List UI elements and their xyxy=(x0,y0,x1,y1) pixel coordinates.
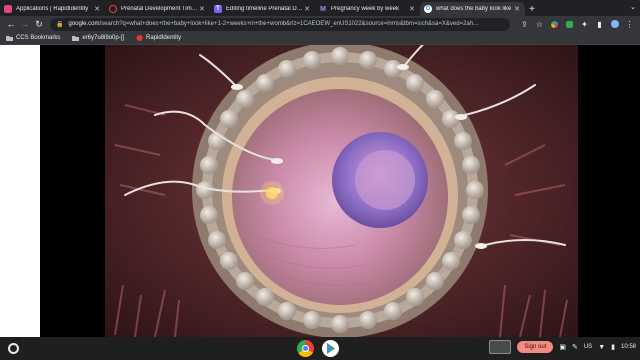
circle-favicon-icon xyxy=(109,5,117,13)
tab-google-images[interactable]: G what does the baby look like ✕ xyxy=(420,2,525,16)
reload-icon[interactable]: ↻ xyxy=(32,17,46,31)
status-tray: Sign out ▣ ✎ US ▼ ▮ 10:58 xyxy=(489,340,636,354)
tab-pregnancy-week[interactable]: M Pregnancy week by week ✕ xyxy=(315,2,420,16)
tab-title: Applications | RapidIdentity xyxy=(16,6,89,12)
url-path: /search?q=what+does+the+baby+look+like+1… xyxy=(99,21,479,27)
extensions-puzzle-icon[interactable]: ✦ xyxy=(578,18,591,31)
rapididentity-icon xyxy=(136,35,143,41)
launcher-icon[interactable] xyxy=(8,343,19,354)
bookmark-folder[interactable]: er6y7u8i9o0p-[] xyxy=(72,35,124,41)
close-icon[interactable]: ✕ xyxy=(198,5,206,13)
share-icon[interactable]: ⇪ xyxy=(518,18,531,31)
results-panel xyxy=(0,45,40,337)
more-menu-icon[interactable]: ⋮ xyxy=(623,18,636,31)
sign-out-button[interactable]: Sign out xyxy=(517,341,554,353)
pinned-apps xyxy=(297,340,339,357)
play-store-icon[interactable] xyxy=(322,340,339,357)
window-thumbnail[interactable] xyxy=(489,340,512,354)
tab-editing-timeline[interactable]: T Editing timeline Prenatal Devel ✕ xyxy=(210,2,315,16)
fertilization-image[interactable] xyxy=(105,45,578,337)
page-content xyxy=(0,45,640,337)
close-icon[interactable]: ✕ xyxy=(303,5,311,13)
input-method-label[interactable]: US xyxy=(584,344,592,350)
wifi-icon[interactable]: ▼ xyxy=(598,344,605,351)
play-triangle-icon xyxy=(327,343,335,354)
stylus-icon[interactable]: ✎ xyxy=(572,343,578,351)
google-favicon-icon: G xyxy=(424,5,432,13)
profile-avatar-icon[interactable] xyxy=(608,18,621,31)
pregnancy-favicon-icon: M xyxy=(320,5,326,13)
forward-arrow-icon[interactable]: → xyxy=(18,17,32,31)
bookmark-label: RapidIdentity xyxy=(146,35,182,41)
tab-strip: Applications | RapidIdentity ✕ Prenatal … xyxy=(0,0,640,16)
close-icon[interactable]: ✕ xyxy=(408,5,416,13)
lock-icon: 🔒 xyxy=(56,21,64,28)
clock[interactable]: 10:58 xyxy=(621,344,636,350)
os-shelf: Sign out ▣ ✎ US ▼ ▮ 10:58 xyxy=(0,337,640,360)
bookmarks-bar: CCS Bookmarks er6y7u8i9o0p-[] RapidIdent… xyxy=(0,32,640,45)
tab-title: Pregnancy week by week xyxy=(331,6,400,12)
back-arrow-icon[interactable]: ← xyxy=(4,17,18,31)
bookmark-label: er6y7u8i9o0p-[] xyxy=(82,35,125,41)
google-lens-icon[interactable] xyxy=(548,18,561,31)
close-icon[interactable]: ✕ xyxy=(513,5,521,13)
sidepanel-icon[interactable]: ▮ xyxy=(593,18,606,31)
battery-icon[interactable]: ▮ xyxy=(611,343,615,351)
screen-capture-icon[interactable]: ▣ xyxy=(559,343,566,351)
close-icon[interactable]: ✕ xyxy=(93,5,101,13)
tab-title: Editing timeline Prenatal Devel xyxy=(226,6,303,12)
chrome-window: Applications | RapidIdentity ✕ Prenatal … xyxy=(0,0,640,360)
star-icon[interactable]: ☆ xyxy=(533,18,546,31)
bookmark-rapididentity[interactable]: RapidIdentity xyxy=(136,35,181,41)
tab-title: what does the baby look like xyxy=(436,6,512,12)
extension-icon[interactable] xyxy=(563,18,576,31)
toolbar: ← → ↻ 🔒 google.com /search?q=what+does+t… xyxy=(0,16,640,32)
bookmark-label: CCS Bookmarks xyxy=(16,35,61,41)
tab-title: Prenatal Development Timeline xyxy=(121,6,198,12)
tab-search-chevron-down-icon[interactable]: ⌄ xyxy=(630,3,636,11)
folder-icon xyxy=(6,36,13,41)
address-bar[interactable]: 🔒 google.com /search?q=what+does+the+bab… xyxy=(50,17,510,31)
folder-icon xyxy=(72,36,80,41)
tab-prenatal-timeline[interactable]: Prenatal Development Timeline ✕ xyxy=(105,2,210,16)
chrome-app-icon[interactable] xyxy=(297,340,314,357)
bookmark-ccs[interactable]: CCS Bookmarks xyxy=(6,35,60,41)
timeline-favicon-icon: T xyxy=(214,5,222,13)
url-host: google.com xyxy=(68,21,100,27)
tab-rapididentity[interactable]: Applications | RapidIdentity ✕ xyxy=(0,2,105,16)
egg-cell-illustration xyxy=(105,45,578,337)
new-tab-button[interactable]: + xyxy=(525,2,539,16)
rapididentity-favicon-icon xyxy=(4,5,12,13)
